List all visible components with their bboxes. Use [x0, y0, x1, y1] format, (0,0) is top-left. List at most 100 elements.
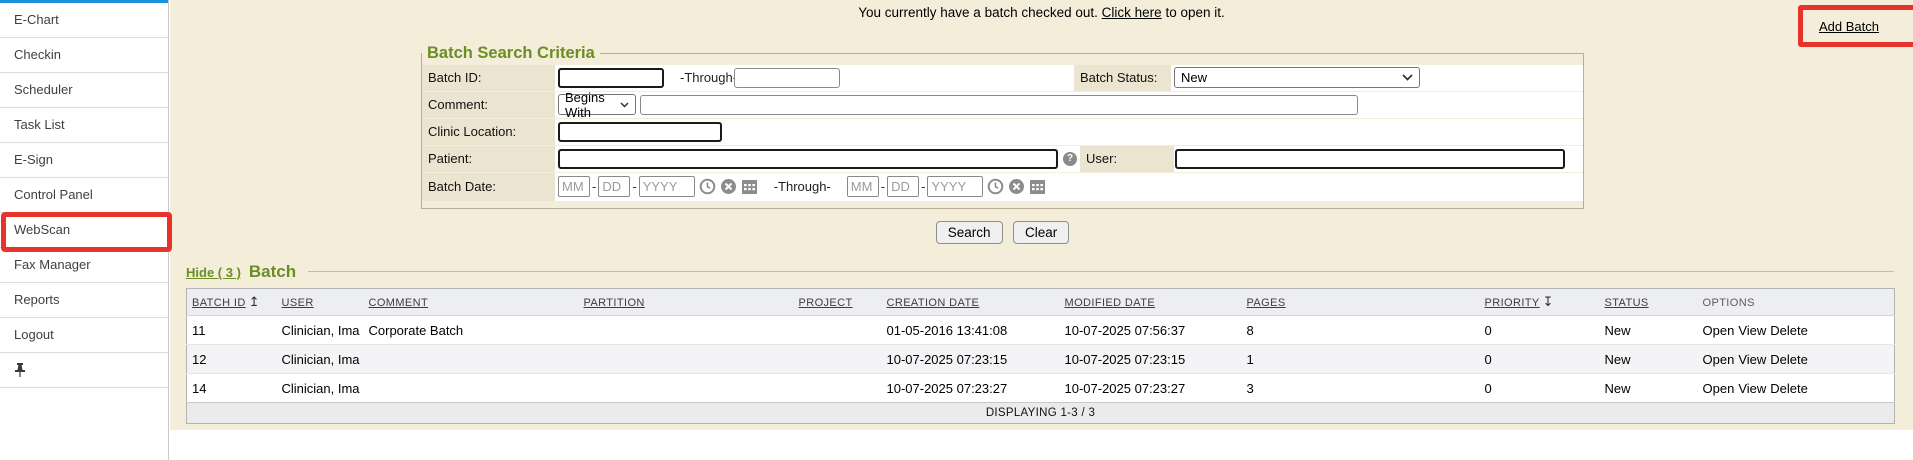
search-button[interactable]: Search: [936, 221, 1003, 244]
column-header-creation-date[interactable]: CREATION DATE: [882, 289, 1060, 316]
calendar-icon[interactable]: [741, 178, 758, 195]
cell-options: OpenView Delete: [1698, 345, 1895, 374]
sidebar-item-webscan[interactable]: WebScan: [0, 213, 168, 248]
form-row-patient-user: Patient: ? User:: [422, 146, 1583, 172]
add-batch-link[interactable]: Add Batch: [1819, 19, 1879, 34]
comment-input[interactable]: [640, 95, 1358, 115]
batch-date-to-yyyy-input[interactable]: [927, 176, 983, 197]
notice-text-before: You currently have a batch checked out.: [858, 5, 1098, 20]
batch-id-from-input[interactable]: [558, 68, 664, 88]
cell-comment: Corporate Batch: [364, 316, 579, 345]
cell-pages: 1: [1242, 345, 1480, 374]
column-header-user[interactable]: USER: [277, 289, 364, 316]
column-header-pages[interactable]: PAGES: [1242, 289, 1480, 316]
view-batch-link[interactable]: View: [1738, 352, 1766, 367]
view-batch-link[interactable]: View: [1738, 381, 1766, 396]
results-title: Batch: [249, 262, 296, 282]
cell-batch-id: 12: [187, 345, 277, 374]
table-footer-row: DISPLAYING 1-3 / 3: [187, 403, 1895, 424]
sidebar-item-checkin[interactable]: Checkin: [0, 38, 168, 73]
batch-date-from-mm-input[interactable]: [558, 176, 590, 197]
chevron-down-icon: [620, 102, 629, 108]
column-header-priority[interactable]: PRIORITY↧: [1480, 289, 1600, 316]
batch-id-to-input[interactable]: [734, 68, 840, 88]
cell-options: OpenView Delete: [1698, 374, 1895, 403]
cell-priority: 0: [1480, 374, 1600, 403]
cell-creation-date: 10-07-2025 07:23:15: [882, 345, 1060, 374]
sort-descending-icon: ↧: [1543, 295, 1554, 310]
view-batch-link[interactable]: View: [1738, 323, 1766, 338]
cell-project: [794, 374, 882, 403]
column-header-options: OPTIONS: [1698, 289, 1895, 316]
patient-input[interactable]: [558, 149, 1058, 169]
clinic-location-input[interactable]: [558, 122, 722, 142]
chevron-down-icon: [1402, 74, 1413, 81]
clinic-location-label: Clinic Location:: [422, 119, 555, 145]
date-separator: -: [921, 179, 925, 194]
batch-date-from-dd-input[interactable]: [598, 176, 630, 197]
time-picker-icon[interactable]: [699, 178, 716, 195]
batch-date-from-yyyy-input[interactable]: [639, 176, 695, 197]
delete-batch-link[interactable]: Delete: [1770, 323, 1808, 338]
sidebar: E-Chart Checkin Scheduler Task List E-Si…: [0, 0, 169, 460]
clear-date-icon[interactable]: [720, 178, 737, 195]
date-separator: -: [881, 179, 885, 194]
batch-date-to-dd-input[interactable]: [887, 176, 919, 197]
calendar-icon[interactable]: [1029, 178, 1046, 195]
sidebar-item-task-list[interactable]: Task List: [0, 108, 168, 143]
cell-pages: 3: [1242, 374, 1480, 403]
sidebar-item-reports[interactable]: Reports: [0, 283, 168, 318]
open-batch-link[interactable]: Open: [1703, 352, 1735, 367]
click-here-link[interactable]: Click here: [1102, 5, 1162, 20]
clear-button[interactable]: Clear: [1013, 221, 1069, 244]
table-row: 11 Clinician, Ima Corporate Batch 01-05-…: [187, 316, 1895, 345]
open-batch-link[interactable]: Open: [1703, 381, 1735, 396]
clear-date-icon[interactable]: [1008, 178, 1025, 195]
time-picker-icon[interactable]: [987, 178, 1004, 195]
sidebar-item-fax-manager[interactable]: Fax Manager: [0, 248, 168, 283]
batch-results-section: Hide ( 3 ) Batch BATCH ID↥ USER COMMENT …: [186, 262, 1894, 424]
user-input[interactable]: [1175, 149, 1565, 169]
comment-label: Comment:: [422, 92, 555, 118]
patient-help-icon[interactable]: ?: [1063, 152, 1077, 166]
delete-batch-link[interactable]: Delete: [1770, 352, 1808, 367]
sidebar-item-e-sign[interactable]: E-Sign: [0, 143, 168, 178]
sidebar-pin-toggle[interactable]: [0, 353, 168, 388]
column-header-modified-date[interactable]: MODIFIED DATE: [1060, 289, 1242, 316]
column-header-project[interactable]: PROJECT: [794, 289, 882, 316]
sidebar-item-control-panel[interactable]: Control Panel: [0, 178, 168, 213]
patient-label: Patient:: [422, 146, 555, 172]
main-content: You currently have a batch checked out. …: [170, 0, 1913, 430]
cell-user: Clinician, Ima: [277, 316, 364, 345]
cell-project: [794, 345, 882, 374]
batch-search-criteria-form: Batch Search Criteria Batch ID: -Through…: [421, 44, 1584, 209]
column-header-partition[interactable]: PARTITION: [579, 289, 794, 316]
form-row-batch-date: Batch Date: - - -Through- -: [422, 173, 1583, 201]
cell-user: Clinician, Ima: [277, 374, 364, 403]
form-row-comment: Comment: Begins With: [422, 92, 1583, 118]
column-header-comment[interactable]: COMMENT: [364, 289, 579, 316]
sidebar-item-scheduler[interactable]: Scheduler: [0, 73, 168, 108]
form-actions: Search Clear: [421, 221, 1584, 244]
cell-priority: 0: [1480, 345, 1600, 374]
delete-batch-link[interactable]: Delete: [1770, 381, 1808, 396]
column-header-status[interactable]: STATUS: [1600, 289, 1698, 316]
cell-status: New: [1600, 374, 1698, 403]
open-batch-link[interactable]: Open: [1703, 323, 1735, 338]
hide-results-link[interactable]: Hide ( 3 ): [186, 265, 241, 280]
batch-date-to-mm-input[interactable]: [847, 176, 879, 197]
batch-id-through-label: -Through-: [680, 65, 737, 91]
sidebar-item-e-chart[interactable]: E-Chart: [0, 3, 168, 38]
comment-match-select[interactable]: Begins With: [558, 94, 636, 115]
cell-partition: [579, 316, 794, 345]
cell-creation-date: 10-07-2025 07:23:27: [882, 374, 1060, 403]
sidebar-item-logout[interactable]: Logout: [0, 318, 168, 353]
date-separator: -: [592, 179, 596, 194]
batch-status-label: Batch Status:: [1074, 65, 1171, 91]
checked-out-notice: You currently have a batch checked out. …: [170, 5, 1913, 20]
sort-ascending-icon: ↥: [249, 295, 260, 310]
cell-batch-id: 11: [187, 316, 277, 345]
column-header-batch-id[interactable]: BATCH ID↥: [187, 289, 277, 316]
cell-project: [794, 316, 882, 345]
batch-status-select[interactable]: New: [1174, 67, 1420, 88]
